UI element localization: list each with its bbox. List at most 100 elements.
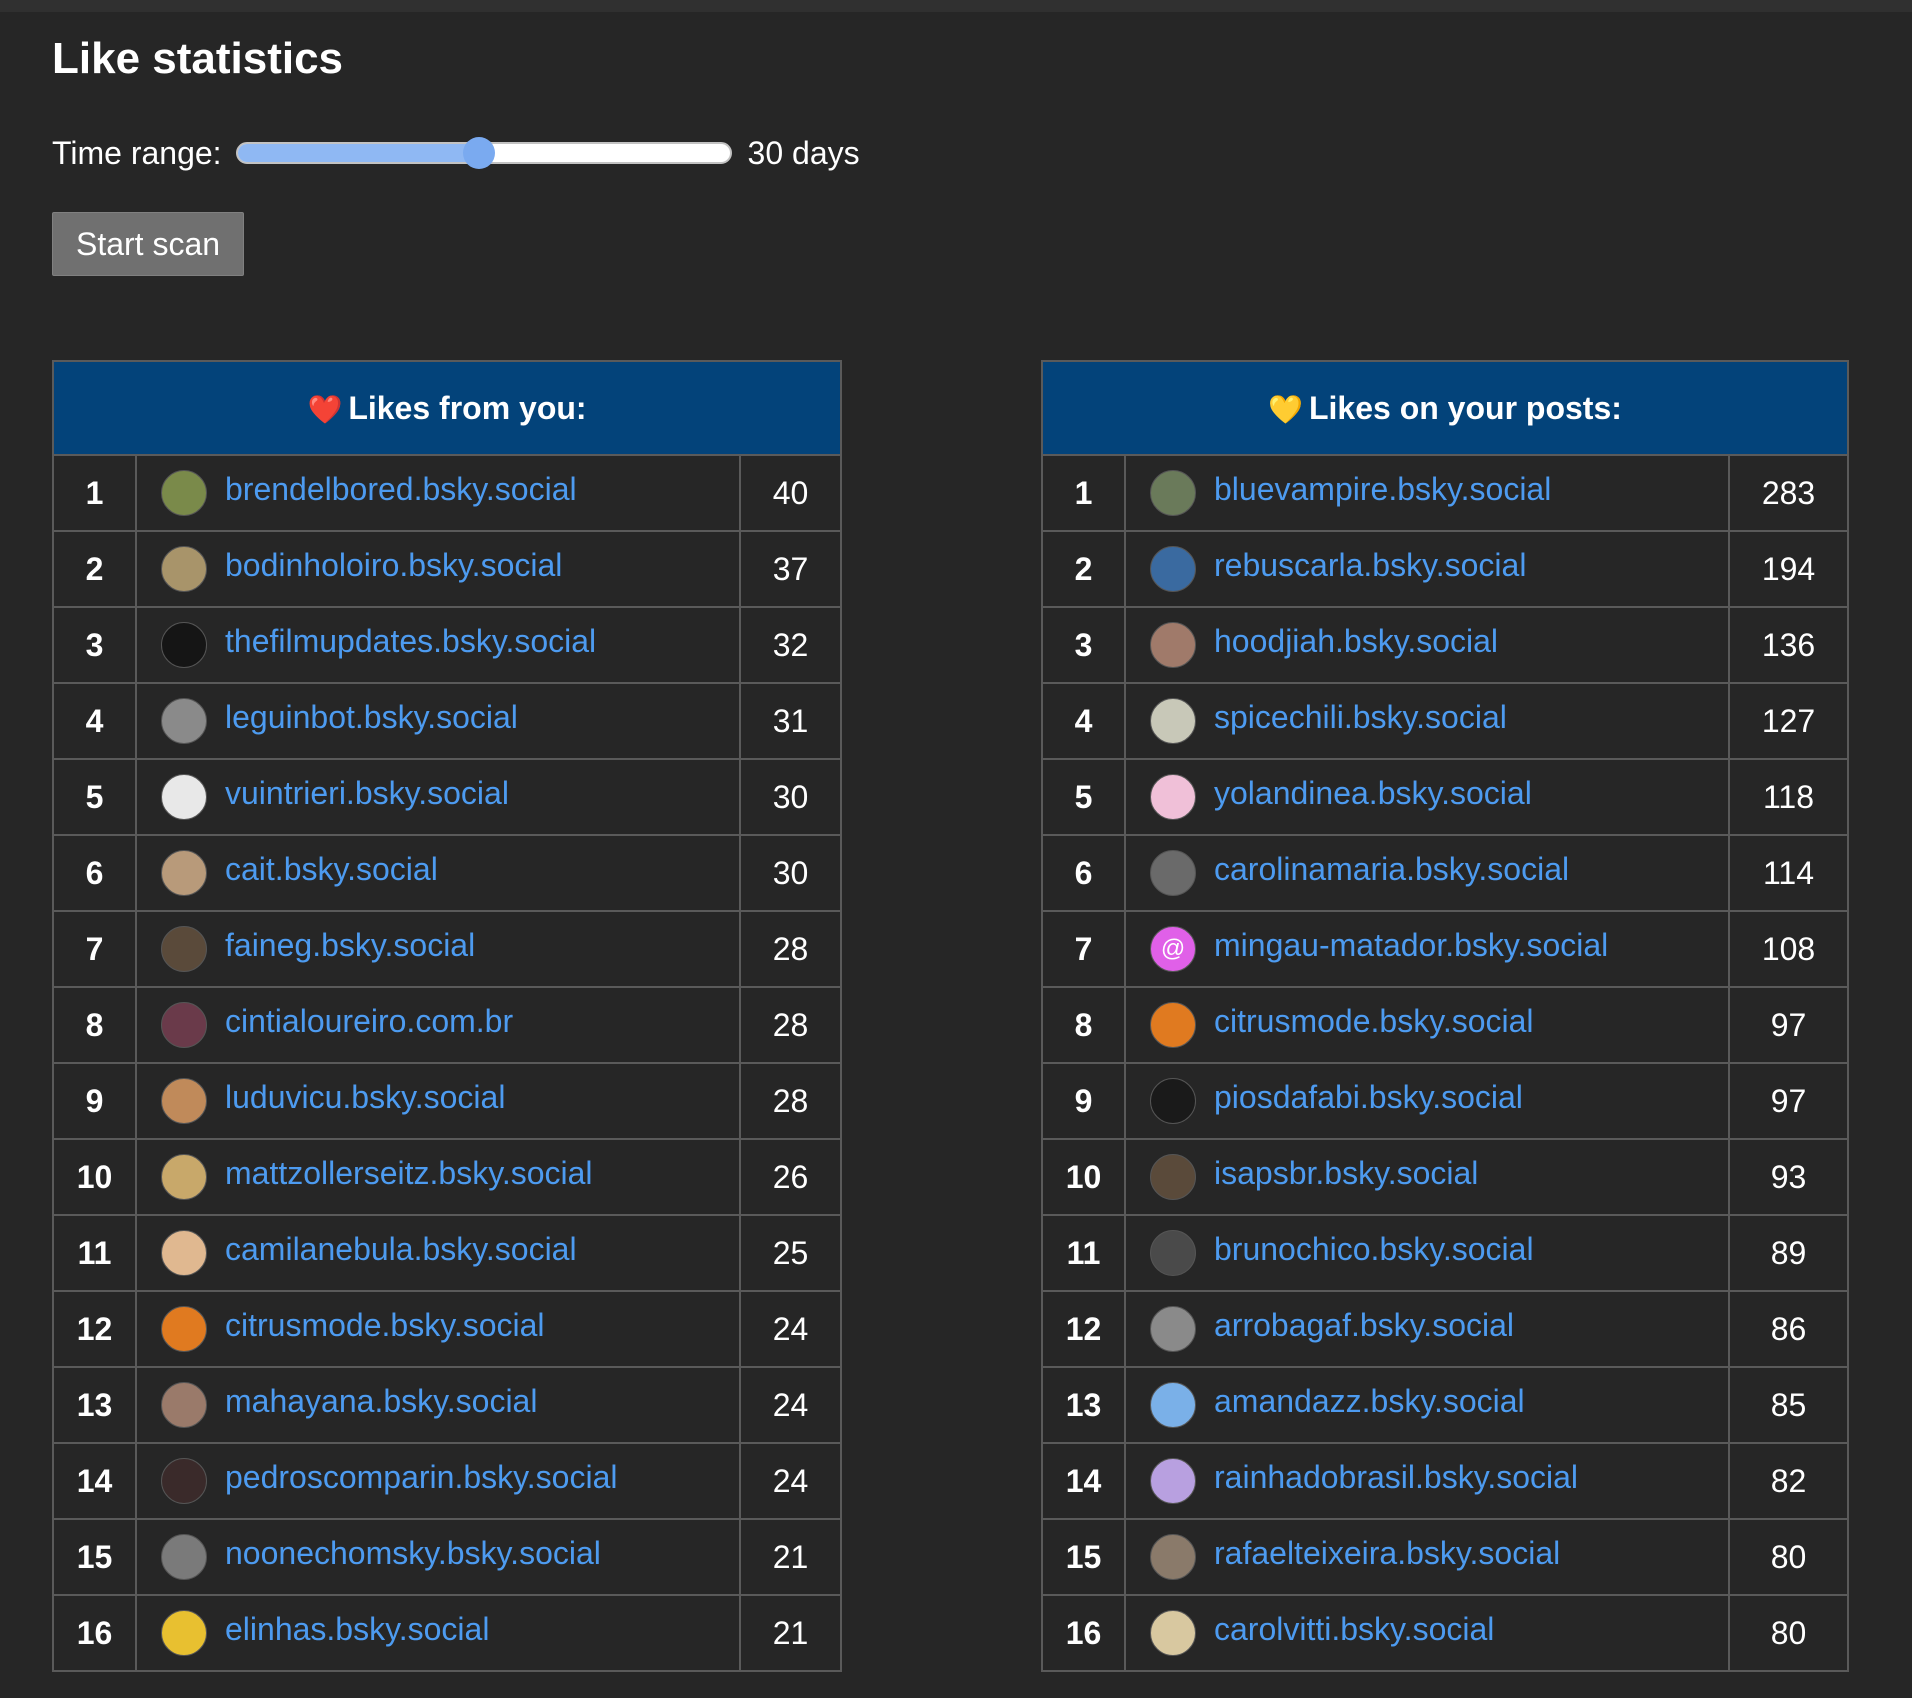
user-cell: rafaelteixeira.bsky.social	[1124, 1518, 1730, 1596]
user-wrap: isapsbr.bsky.social	[1150, 1154, 1727, 1200]
start-scan-button[interactable]: Start scan	[52, 212, 244, 276]
avatar[interactable]	[161, 1382, 207, 1428]
red-heart-icon: ❤️	[307, 393, 343, 425]
avatar[interactable]	[1150, 1154, 1196, 1200]
user-wrap: bodinholoiro.bsky.social	[161, 546, 738, 592]
user-handle-link[interactable]: leguinbot.bsky.social	[225, 699, 518, 736]
avatar[interactable]: @	[1150, 926, 1196, 972]
user-cell: thefilmupdates.bsky.social	[135, 606, 741, 684]
avatar[interactable]	[161, 622, 207, 668]
avatar[interactable]	[1150, 698, 1196, 744]
avatar[interactable]	[161, 1458, 207, 1504]
avatar[interactable]	[1150, 470, 1196, 516]
avatar[interactable]	[161, 1534, 207, 1580]
user-handle-link[interactable]: brunochico.bsky.social	[1214, 1231, 1534, 1268]
avatar[interactable]	[1150, 1306, 1196, 1352]
user-wrap: spicechili.bsky.social	[1150, 698, 1727, 744]
user-handle-link[interactable]: citrusmode.bsky.social	[1214, 1003, 1534, 1040]
avatar[interactable]	[161, 1610, 207, 1656]
user-handle-link[interactable]: pedroscomparin.bsky.social	[225, 1459, 617, 1496]
avatar[interactable]	[1150, 1078, 1196, 1124]
avatar[interactable]	[161, 850, 207, 896]
rank-cell: 16	[1041, 1594, 1126, 1672]
likes-on-your-posts-table: 💛 Likes on your posts: 1 bluevampire.bsky.…	[1040, 360, 1850, 1672]
like-count-cell: 28	[738, 986, 843, 1064]
avatar[interactable]	[161, 1078, 207, 1124]
avatar[interactable]	[1150, 1002, 1196, 1048]
user-handle-link[interactable]: brendelbored.bsky.social	[225, 471, 577, 508]
user-handle-link[interactable]: cait.bsky.social	[225, 851, 438, 888]
like-count-cell: 85	[1727, 1366, 1850, 1444]
rank-cell: 2	[1041, 530, 1126, 608]
avatar[interactable]	[161, 698, 207, 744]
like-count-cell: 31	[738, 682, 843, 760]
user-handle-link[interactable]: amandazz.bsky.social	[1214, 1383, 1525, 1420]
rank-cell: 9	[52, 1062, 137, 1140]
user-handle-link[interactable]: faineg.bsky.social	[225, 927, 475, 964]
time-range-slider-thumb[interactable]	[462, 137, 495, 169]
avatar[interactable]	[1150, 1382, 1196, 1428]
user-handle-link[interactable]: cintialoureiro.com.br	[225, 1003, 513, 1040]
like-count-cell: 80	[1727, 1594, 1850, 1672]
like-count-cell: 37	[738, 530, 843, 608]
avatar[interactable]	[1150, 1458, 1196, 1504]
user-handle-link[interactable]: mingau-matador.bsky.social	[1214, 927, 1608, 964]
user-handle-link[interactable]: camilanebula.bsky.social	[225, 1231, 577, 1268]
user-wrap: thefilmupdates.bsky.social	[161, 622, 738, 668]
user-handle-link[interactable]: isapsbr.bsky.social	[1214, 1155, 1478, 1192]
user-handle-link[interactable]: thefilmupdates.bsky.social	[225, 623, 596, 660]
user-handle-link[interactable]: piosdafabi.bsky.social	[1214, 1079, 1523, 1116]
avatar[interactable]	[1150, 1610, 1196, 1656]
avatar[interactable]	[1150, 850, 1196, 896]
user-handle-link[interactable]: bluevampire.bsky.social	[1214, 471, 1551, 508]
user-handle-link[interactable]: citrusmode.bsky.social	[225, 1307, 545, 1344]
avatar[interactable]	[161, 774, 207, 820]
avatar[interactable]	[161, 1002, 207, 1048]
user-handle-link[interactable]: rebuscarla.bsky.social	[1214, 547, 1526, 584]
user-handle-link[interactable]: carolinamaria.bsky.social	[1214, 851, 1569, 888]
user-handle-link[interactable]: carolvitti.bsky.social	[1214, 1611, 1494, 1648]
avatar[interactable]	[161, 1230, 207, 1276]
table-row: 12 arrobagaf.bsky.social 86	[1041, 1290, 1850, 1368]
user-cell: amandazz.bsky.social	[1124, 1366, 1730, 1444]
user-wrap: carolinamaria.bsky.social	[1150, 850, 1727, 896]
user-handle-link[interactable]: spicechili.bsky.social	[1214, 699, 1507, 736]
user-handle-link[interactable]: vuintrieri.bsky.social	[225, 775, 509, 812]
like-count-cell: 114	[1727, 834, 1850, 912]
user-handle-link[interactable]: yolandinea.bsky.social	[1214, 775, 1532, 812]
table-row: 6 cait.bsky.social 30	[52, 834, 843, 912]
avatar[interactable]	[1150, 622, 1196, 668]
table-row: 10 mattzollerseitz.bsky.social 26	[52, 1138, 843, 1216]
user-cell: piosdafabi.bsky.social	[1124, 1062, 1730, 1140]
avatar[interactable]	[161, 1306, 207, 1352]
likes-on-your-posts-body: 1 bluevampire.bsky.social 283 2 rebuscarla.b…	[1041, 454, 1850, 1672]
avatar[interactable]	[161, 1154, 207, 1200]
avatar[interactable]	[1150, 1534, 1196, 1580]
avatar[interactable]	[1150, 546, 1196, 592]
user-handle-link[interactable]: arrobagaf.bsky.social	[1214, 1307, 1514, 1344]
user-handle-link[interactable]: rainhadobrasil.bsky.social	[1214, 1459, 1578, 1496]
user-wrap: hoodjiah.bsky.social	[1150, 622, 1727, 668]
user-handle-link[interactable]: mahayana.bsky.social	[225, 1383, 537, 1420]
user-handle-link[interactable]: noonechomsky.bsky.social	[225, 1535, 601, 1572]
like-count-cell: 136	[1727, 606, 1850, 684]
like-count-cell: 21	[738, 1518, 843, 1596]
user-handle-link[interactable]: bodinholoiro.bsky.social	[225, 547, 562, 584]
time-range-label: Time range:	[52, 134, 222, 171]
time-range-slider[interactable]	[235, 137, 732, 169]
user-cell: vuintrieri.bsky.social	[135, 758, 741, 836]
avatar[interactable]	[1150, 1230, 1196, 1276]
user-cell: rebuscarla.bsky.social	[1124, 530, 1730, 608]
like-count-cell: 24	[738, 1442, 843, 1520]
user-handle-link[interactable]: mattzollerseitz.bsky.social	[225, 1155, 593, 1192]
avatar[interactable]	[1150, 774, 1196, 820]
user-handle-link[interactable]: hoodjiah.bsky.social	[1214, 623, 1498, 660]
like-count-cell: 93	[1727, 1138, 1850, 1216]
avatar[interactable]	[161, 470, 207, 516]
like-count-cell: 118	[1727, 758, 1850, 836]
avatar[interactable]	[161, 546, 207, 592]
user-handle-link[interactable]: rafaelteixeira.bsky.social	[1214, 1535, 1560, 1572]
user-handle-link[interactable]: elinhas.bsky.social	[225, 1611, 489, 1648]
user-handle-link[interactable]: luduvicu.bsky.social	[225, 1079, 505, 1116]
avatar[interactable]	[161, 926, 207, 972]
